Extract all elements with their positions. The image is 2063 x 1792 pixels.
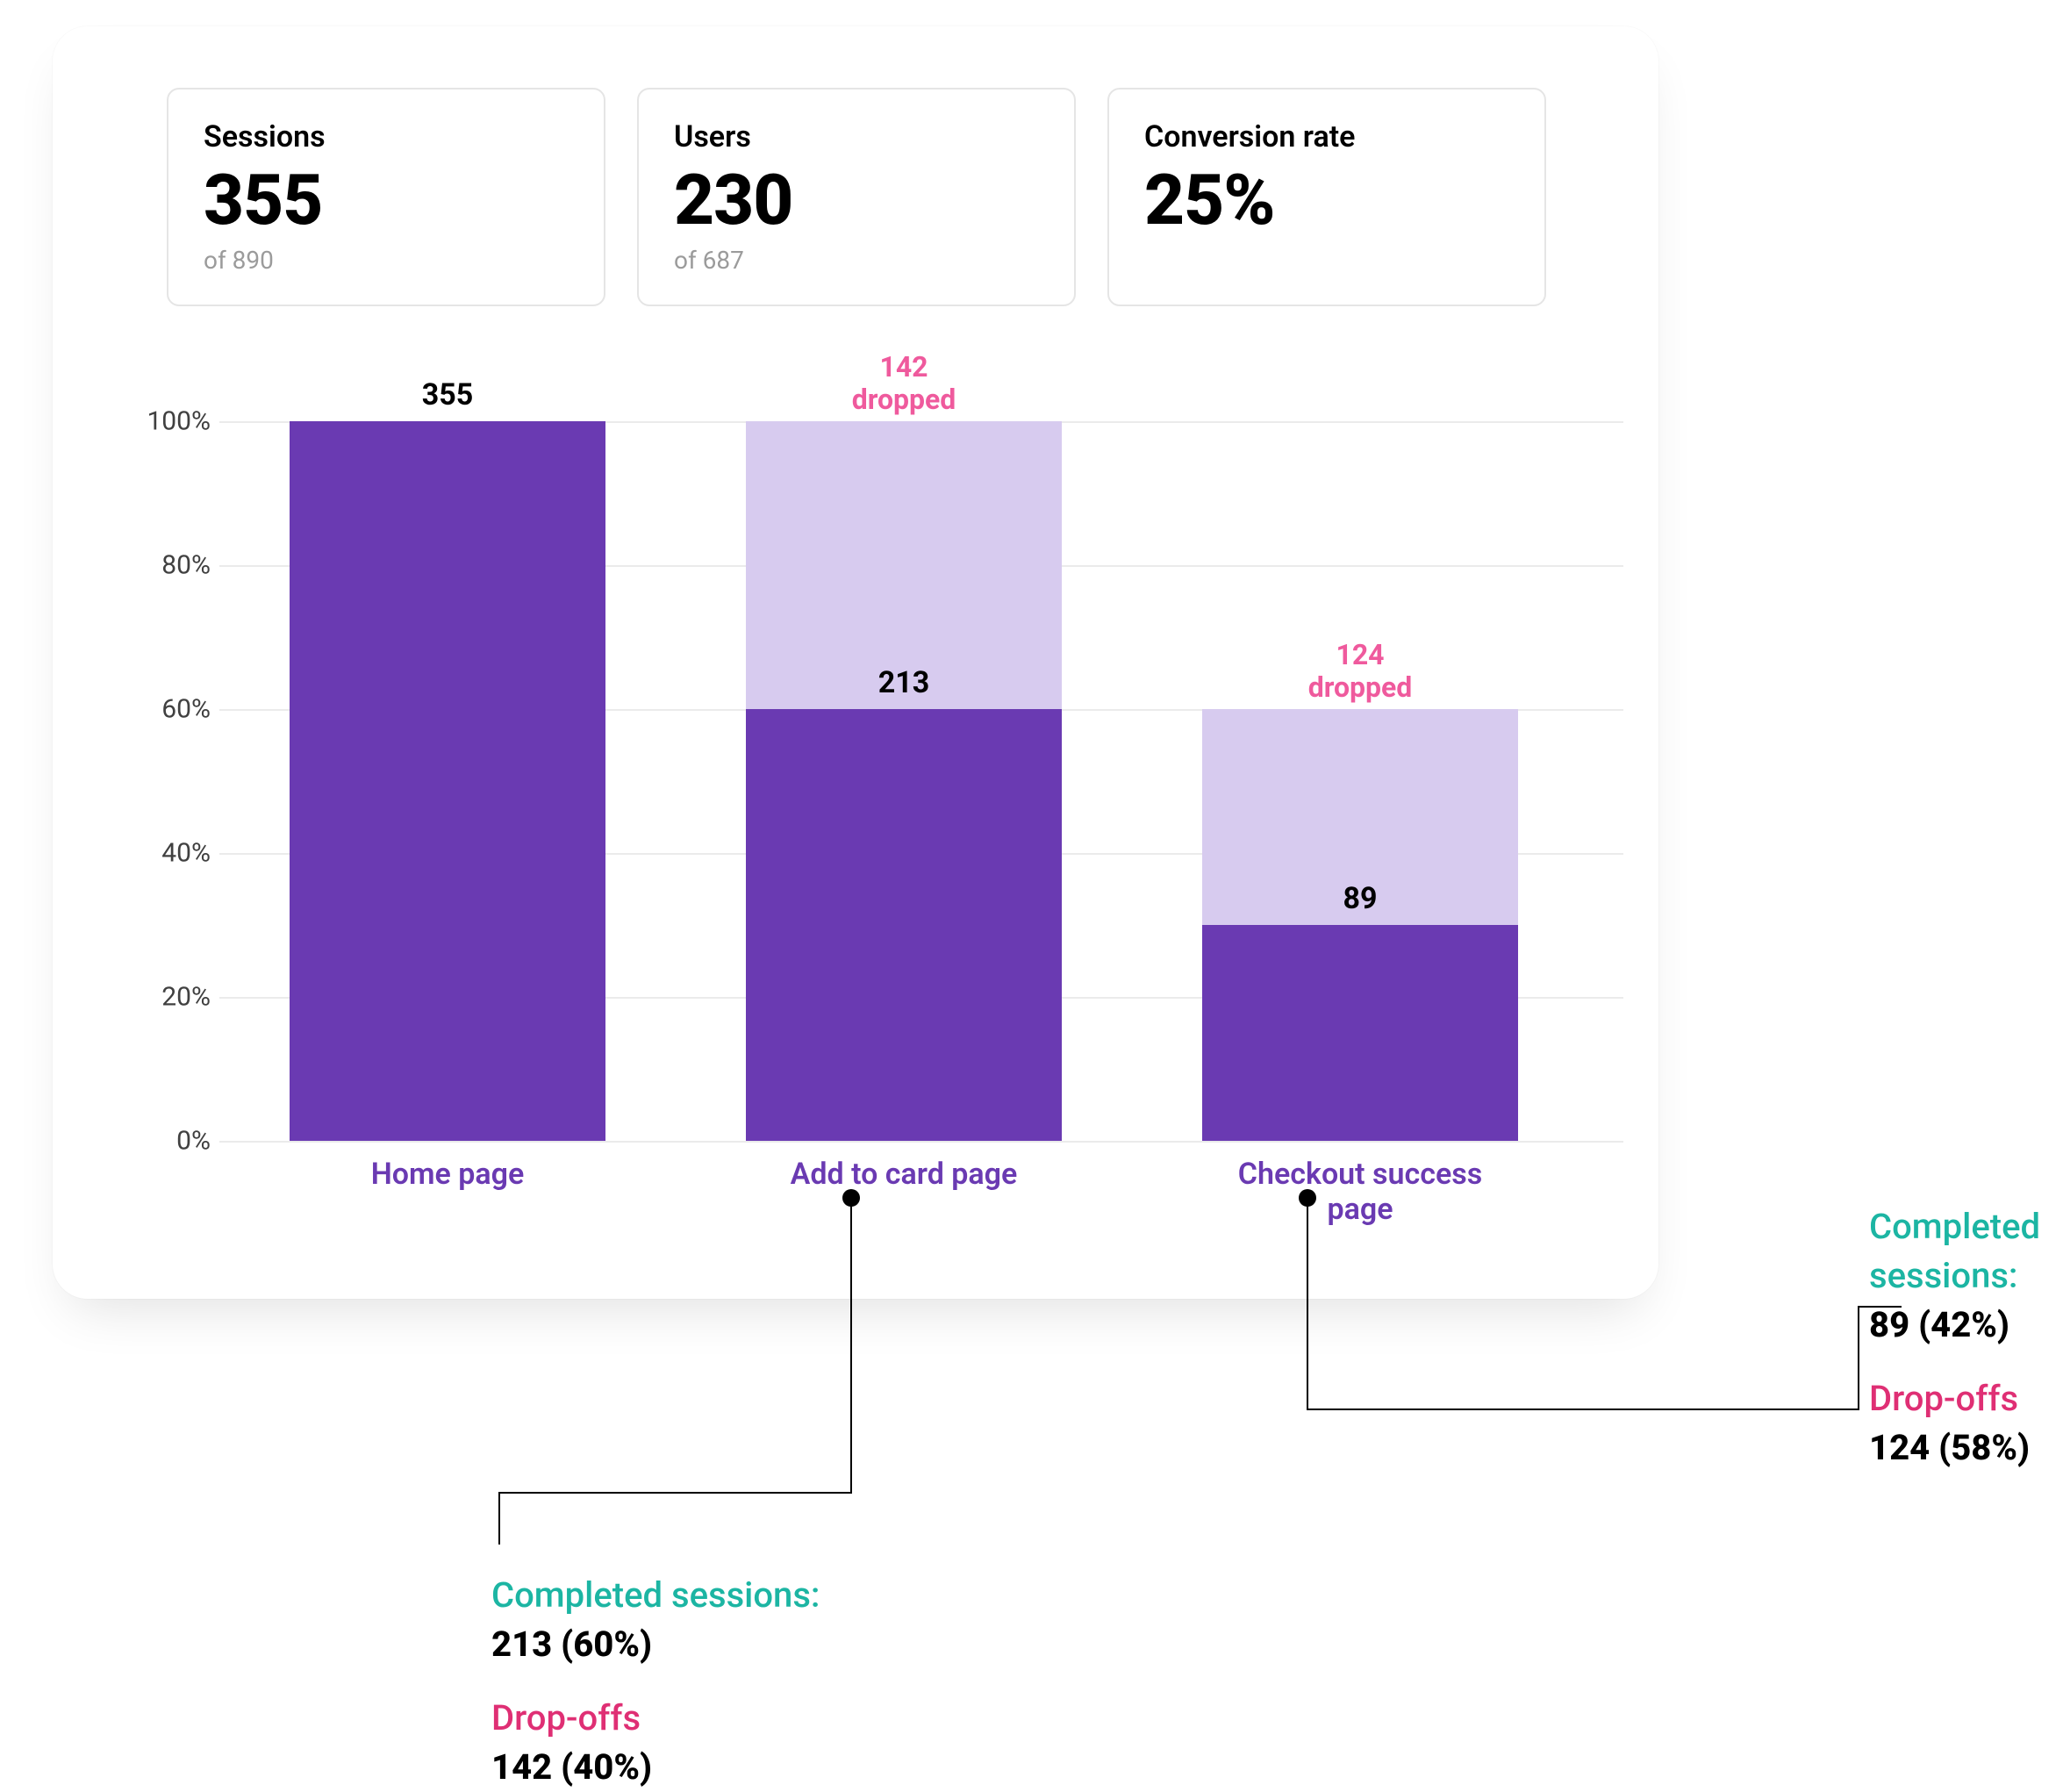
bar-checkout-pass-label: 89 [1202, 881, 1518, 916]
bar-addtocart: 142dropped 213 Add to card page [746, 421, 1062, 1141]
bar-home-top-label: 355 [290, 377, 605, 412]
callout-line [500, 1492, 852, 1494]
x-label-checkout: Checkout success page [1202, 1141, 1518, 1227]
sessions-label: Sessions [204, 119, 569, 154]
callout-left-completed-label: Completed sessions: [491, 1571, 820, 1620]
callout-left-dropoffs-label: Drop-offs [491, 1694, 820, 1743]
callout-right: Completed sessions: 89 (42%) Drop-offs 1… [1869, 1202, 2063, 1473]
callout-left-completed-value: 213 (60%) [491, 1620, 820, 1669]
users-value: 230 [674, 163, 1039, 237]
x-label-addtocart: Add to card page [746, 1141, 1062, 1192]
y-tick-100: 100% [132, 406, 211, 437]
y-tick-60: 60% [132, 694, 211, 725]
callout-right-completed-label: Completed sessions: [1869, 1202, 2063, 1301]
callout-line [498, 1492, 500, 1545]
bar-checkout: 124dropped 89 Checkout success page [1202, 421, 1518, 1141]
callout-left-dropoffs-value: 142 (40%) [491, 1743, 820, 1792]
bar-addtocart-pass-label: 213 [746, 665, 1062, 700]
callout-right-dropoffs-label: Drop-offs [1869, 1374, 2063, 1423]
y-tick-20: 20% [132, 982, 211, 1013]
callout-line [1307, 1198, 1308, 1409]
bar-home: 355 Home page [290, 421, 605, 1141]
sessions-sub: of 890 [204, 246, 569, 275]
sessions-card: Sessions 355 of 890 [167, 88, 605, 306]
summary-cards: Sessions 355 of 890 Users 230 of 687 Con… [167, 88, 1606, 306]
conversion-label: Conversion rate [1144, 119, 1509, 154]
stage: Sessions 355 of 890 Users 230 of 687 Con… [0, 0, 2063, 1769]
bar-addtocart-pass [746, 709, 1062, 1141]
bar-home-pass [290, 421, 605, 1141]
callout-line [1307, 1409, 1859, 1410]
users-label: Users [674, 119, 1039, 154]
conversion-card: Conversion rate 25% [1107, 88, 1546, 306]
sessions-value: 355 [204, 163, 569, 237]
bar-checkout-pass [1202, 925, 1518, 1141]
plot-area: 355 Home page 142dropped 213 Add to card… [219, 421, 1623, 1141]
y-tick-0: 0% [132, 1126, 211, 1157]
y-tick-40: 40% [132, 838, 211, 869]
callout-line [850, 1198, 852, 1492]
callout-right-completed-value: 89 (42%) [1869, 1301, 2063, 1350]
conversion-value: 25% [1144, 163, 1509, 237]
users-card: Users 230 of 687 [637, 88, 1076, 306]
funnel-chart: 100% 80% 60% 40% 20% 0% 355 Home page [132, 395, 1676, 1272]
bar-addtocart-drop-label: 142dropped [746, 351, 1062, 416]
callout-left: Completed sessions: 213 (60%) Drop-offs … [491, 1571, 820, 1792]
users-sub: of 687 [674, 246, 1039, 275]
x-label-home: Home page [290, 1141, 605, 1192]
y-tick-80: 80% [132, 550, 211, 581]
callout-right-dropoffs-value: 124 (58%) [1869, 1423, 2063, 1473]
analytics-panel: Sessions 355 of 890 Users 230 of 687 Con… [53, 26, 1658, 1299]
bar-checkout-drop-label: 124dropped [1202, 639, 1518, 704]
callout-line [1858, 1308, 1859, 1410]
